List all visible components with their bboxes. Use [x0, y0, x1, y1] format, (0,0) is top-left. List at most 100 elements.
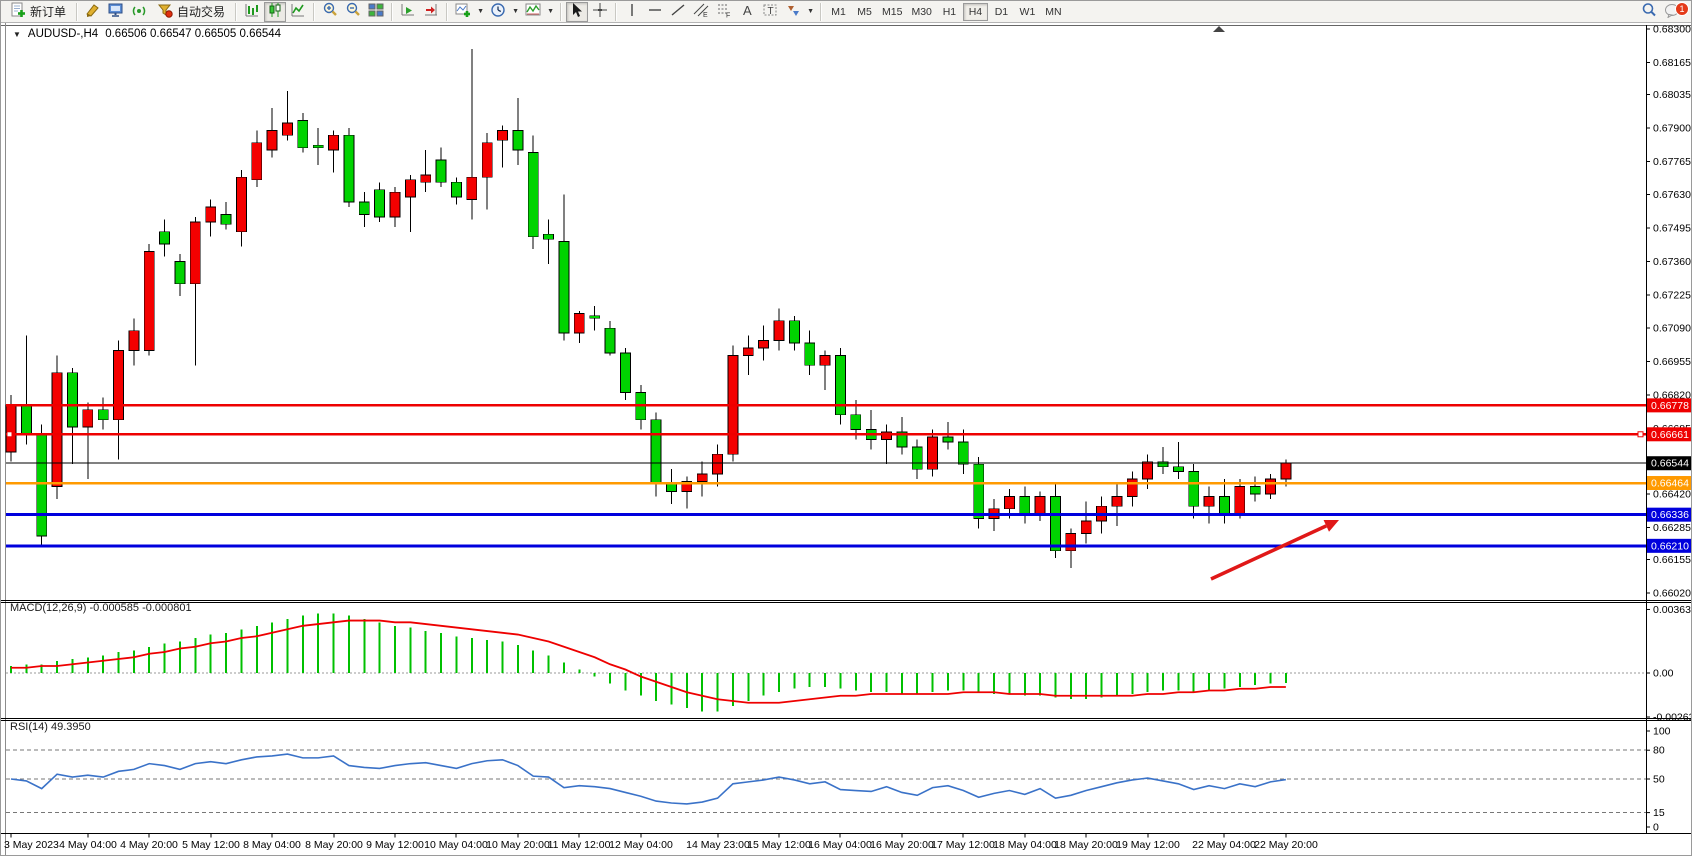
signals-icon — [131, 2, 147, 21]
metaeditor-button[interactable] — [82, 2, 104, 22]
svg-text:22 May 20:00: 22 May 20:00 — [1254, 839, 1318, 851]
svg-text:0.66020: 0.66020 — [1653, 587, 1691, 599]
svg-text:0.67360: 0.67360 — [1653, 256, 1691, 268]
bar-chart-button[interactable] — [241, 2, 263, 22]
timeframe-w1-button[interactable]: W1 — [1015, 3, 1040, 21]
svg-text:18 May 04:00: 18 May 04:00 — [993, 839, 1057, 851]
svg-text:4 May 20:00: 4 May 20:00 — [120, 839, 178, 851]
search-icon — [1641, 2, 1657, 21]
timeframe-h4-button[interactable]: H4 — [963, 3, 988, 21]
svg-text:0.67630: 0.67630 — [1653, 189, 1691, 201]
timeframe-m1-button[interactable]: M1 — [826, 3, 851, 21]
periods-dropdown-icon[interactable]: ▼ — [510, 2, 521, 22]
svg-text:0.66210: 0.66210 — [1651, 540, 1689, 552]
market-watch-icon — [108, 2, 124, 21]
notification-badge[interactable]: 1 — [1675, 2, 1689, 16]
zoom-in-icon — [322, 2, 338, 21]
svg-text:3 May 2023: 3 May 2023 — [4, 839, 59, 851]
price-chart-canvas[interactable]: 0.683000.681650.680350.679000.677650.676… — [1, 1, 1692, 856]
crosshair-button[interactable] — [589, 2, 611, 22]
rsi-indicator-label: RSI(14) 49.3950 — [10, 721, 91, 733]
arrows-dropdown-icon[interactable]: ▼ — [805, 2, 816, 22]
templates-dropdown-icon[interactable]: ▼ — [545, 2, 556, 22]
line-handle-right — [1638, 432, 1643, 437]
toolbar-separator — [615, 3, 617, 21]
svg-text:15 May 12:00: 15 May 12:00 — [747, 839, 811, 851]
cursor-button[interactable] — [566, 2, 588, 22]
new-order-label: 新订单 — [30, 3, 66, 20]
candlestick-chart-button[interactable] — [264, 2, 286, 22]
svg-text:10 May 04:00: 10 May 04:00 — [424, 839, 488, 851]
templates-button[interactable] — [522, 2, 544, 22]
svg-text:T: T — [768, 6, 774, 17]
cursor-icon — [569, 2, 585, 21]
svg-text:-0.00263: -0.00263 — [1653, 712, 1692, 724]
market-watch-button[interactable] — [105, 2, 127, 22]
svg-text:17 May 12:00: 17 May 12:00 — [931, 839, 995, 851]
svg-text:5 May 12:00: 5 May 12:00 — [182, 839, 240, 851]
zoom-in-button[interactable] — [319, 2, 341, 22]
svg-text:F: F — [726, 13, 730, 19]
chart-shift-icon — [423, 2, 439, 21]
toolbar-separator — [313, 3, 315, 21]
indicators-dropdown-icon[interactable]: ▼ — [475, 2, 486, 22]
fibonacci-button[interactable]: F — [713, 2, 735, 22]
chart-dropdown-icon[interactable]: ▼ — [13, 30, 21, 39]
new-order-button[interactable]: 新订单 — [4, 2, 72, 22]
svg-text:0.66955: 0.66955 — [1653, 356, 1691, 368]
horizontal-line-button[interactable] — [644, 2, 666, 22]
timeframe-m5-button[interactable]: M5 — [852, 3, 877, 21]
svg-text:E: E — [703, 12, 708, 18]
price-badge-0.66210: 0.66210 — [1647, 539, 1692, 553]
new-order-icon — [10, 2, 26, 21]
auto-scroll-button[interactable] — [397, 2, 419, 22]
svg-text:0.66661: 0.66661 — [1651, 429, 1689, 441]
fibonacci-icon: F — [716, 2, 732, 21]
equidistant-channel-button[interactable]: E — [690, 2, 712, 22]
timeframe-m30-button[interactable]: M30 — [907, 3, 935, 21]
templates-icon — [525, 2, 541, 21]
toolbar-separator — [820, 3, 822, 21]
toolbar-separator — [560, 3, 562, 21]
chart-shift-button[interactable] — [420, 2, 442, 22]
horizontal-line-icon — [647, 2, 663, 21]
indicators-button[interactable] — [452, 2, 474, 22]
auto-trading-button[interactable]: 自动交易 — [151, 2, 231, 22]
svg-text:A: A — [743, 3, 752, 18]
macd-name: MACD(12,26,9) — [10, 602, 86, 614]
svg-text:50: 50 — [1653, 774, 1665, 786]
timeframe-m15-button[interactable]: M15 — [878, 3, 906, 21]
timeframe-h1-button[interactable]: H1 — [937, 3, 962, 21]
tile-windows-button[interactable] — [365, 2, 387, 22]
price-badge-0.66661: 0.66661 — [1647, 427, 1692, 441]
auto-scroll-icon — [400, 2, 416, 21]
svg-text:0.68300: 0.68300 — [1653, 23, 1691, 35]
toolbar-separator — [446, 3, 448, 21]
text-label-button[interactable]: T — [759, 2, 781, 22]
arrows-icon — [785, 2, 801, 21]
arrows-button[interactable] — [782, 2, 804, 22]
clock-icon — [490, 2, 506, 21]
equidistant-channel-icon: E — [693, 2, 709, 21]
vertical-line-icon — [624, 2, 640, 21]
svg-text:14 May 23:00: 14 May 23:00 — [686, 839, 750, 851]
toolbar: 新订单 自动交易 — [1, 1, 1692, 23]
macd-indicator-label: MACD(12,26,9) -0.000585 -0.000801 — [10, 602, 192, 614]
toolbar-separator — [76, 3, 78, 21]
chart-ohlc-values: 0.66506 0.66547 0.66505 0.66544 — [105, 28, 281, 40]
timeframe-d1-button[interactable]: D1 — [989, 3, 1014, 21]
toolbar-separator — [391, 3, 393, 21]
vertical-line-button[interactable] — [621, 2, 643, 22]
trendline-icon — [670, 2, 686, 21]
periods-button[interactable] — [487, 2, 509, 22]
svg-text:0.003635: 0.003635 — [1653, 604, 1692, 616]
svg-text:0: 0 — [1653, 822, 1659, 834]
signals-button[interactable] — [128, 2, 150, 22]
line-chart-button[interactable] — [287, 2, 309, 22]
zoom-out-button[interactable] — [342, 2, 364, 22]
search-button[interactable] — [1638, 2, 1660, 22]
text-button[interactable]: A — [736, 2, 758, 22]
trendline-button[interactable] — [667, 2, 689, 22]
svg-text:16 May 20:00: 16 May 20:00 — [870, 839, 934, 851]
timeframe-mn-button[interactable]: MN — [1041, 3, 1066, 21]
